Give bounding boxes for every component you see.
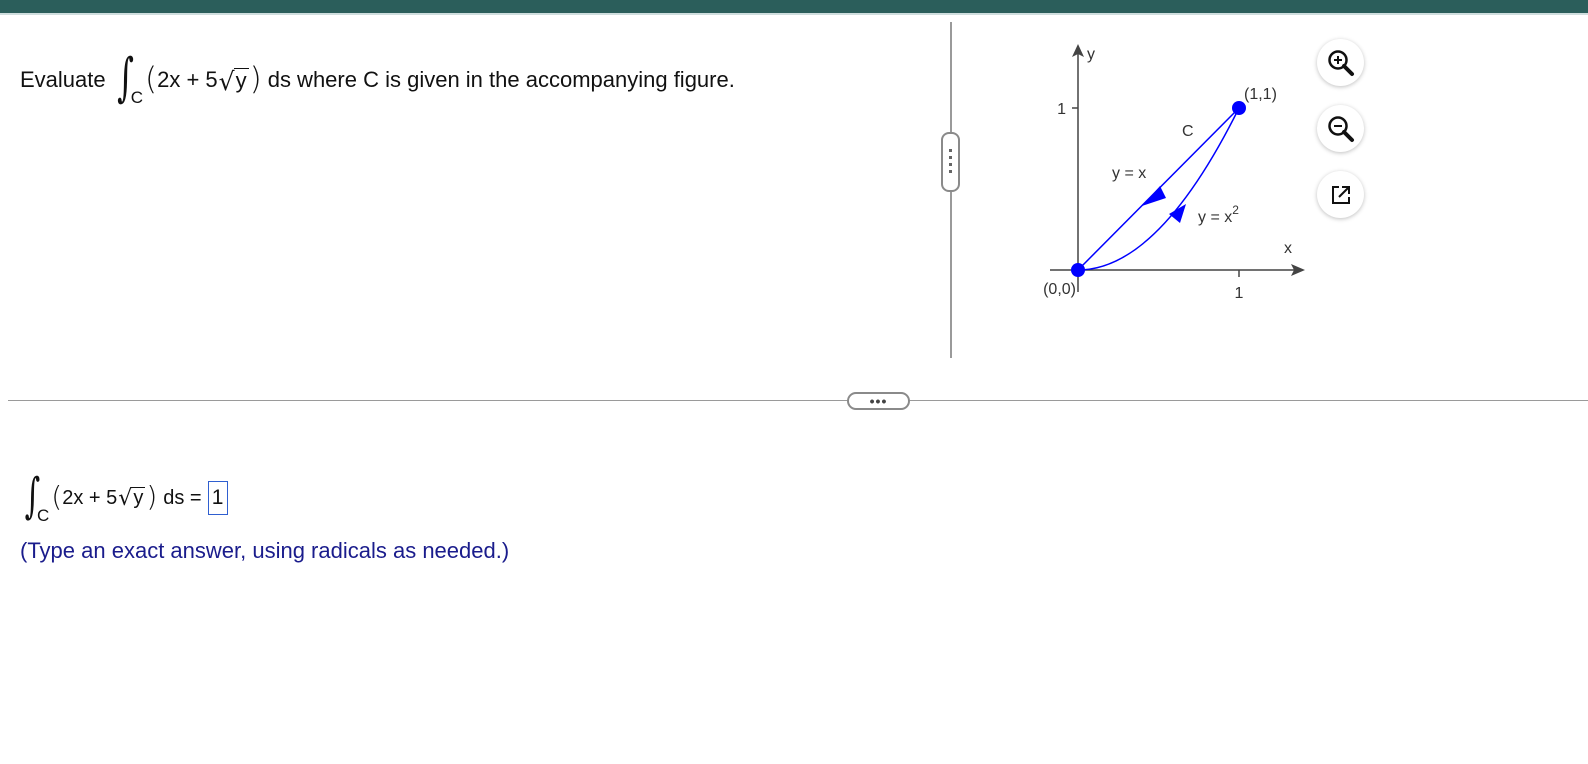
integral-subscript: C — [37, 506, 50, 525]
top-bar-divider — [0, 13, 1588, 15]
sqrt-expression: √ y — [218, 66, 249, 96]
answer-hint: (Type an exact answer, using radicals as… — [20, 538, 510, 563]
curve-figure: y x 1 1 (0,0) (1,1) C y = x y = x2 — [1043, 44, 1305, 302]
zoom-in-icon — [1327, 49, 1354, 76]
x-tick-label: 1 — [1235, 285, 1244, 302]
popout-button[interactable] — [1317, 171, 1364, 218]
zoom-in-button[interactable] — [1317, 39, 1364, 86]
parabola-label: y = x2 — [1198, 203, 1239, 226]
answer-input[interactable]: 1 — [207, 481, 228, 515]
integrand-linear: 2x + 5 — [157, 67, 218, 92]
integrand-linear: 2x + 5 — [62, 486, 118, 509]
start-point — [1071, 263, 1085, 277]
curve-label: C — [1182, 123, 1194, 140]
right-paren: ) — [249, 60, 262, 97]
question-suffix: ds where C is given in the accompanying … — [267, 67, 735, 92]
line-label: y = x — [1112, 165, 1146, 182]
question-prefix: Evaluate — [20, 67, 106, 92]
y-tick-label: 1 — [1057, 101, 1066, 118]
radical-sign: √ — [118, 486, 133, 511]
integral-subscript: C — [130, 88, 143, 107]
question-text: Evaluate ∫ C ( 2x + 5 √ y ) ds where C i… — [20, 50, 735, 110]
radical-sign: √ — [218, 66, 235, 96]
answer-integral-expression: ∫ C ( 2x + 5 √ y ) — [20, 472, 158, 525]
vertical-splitter-handle[interactable] — [941, 132, 960, 192]
x-axis-label: x — [1284, 240, 1292, 257]
end-point — [1232, 101, 1246, 115]
popout-icon — [1331, 185, 1350, 204]
horizontal-splitter-handle[interactable]: ••• — [847, 392, 910, 410]
left-paren: ( — [145, 60, 158, 97]
zoom-out-button[interactable] — [1317, 105, 1364, 152]
top-bar — [0, 0, 1588, 13]
line-direction-arrow — [1142, 186, 1166, 206]
horizontal-splitter — [8, 400, 1588, 401]
parabola-direction-arrow — [1169, 204, 1186, 223]
end-point-label: (1,1) — [1244, 86, 1277, 103]
sqrt-expression: √ y — [118, 486, 146, 511]
y-axis-label: y — [1087, 46, 1095, 63]
answer-equals: ds = — [163, 486, 202, 509]
left-paren: ( — [51, 480, 63, 513]
zoom-out-icon — [1327, 115, 1354, 142]
right-paren: ) — [146, 480, 158, 513]
radicand: y — [131, 487, 146, 509]
origin-label: (0,0) — [1043, 281, 1076, 298]
radicand: y — [233, 68, 249, 94]
line-integral-expression: ∫ C ( 2x + 5 √ y ) — [112, 52, 262, 107]
answer-line: ∫ C ( 2x + 5 √ y ) ds = 1 — [20, 470, 228, 526]
